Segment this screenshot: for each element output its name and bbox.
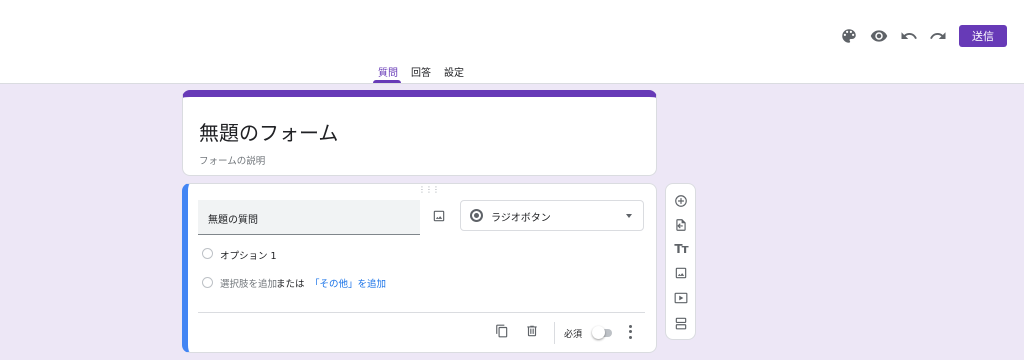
footer-vertical-divider (554, 322, 555, 344)
dropdown-arrow-icon (626, 214, 632, 218)
redo-icon[interactable] (926, 24, 950, 48)
active-tab-indicator (373, 80, 401, 83)
form-title-card[interactable]: 無題のフォーム フォームの説明 (182, 90, 657, 176)
radio-button-icon (470, 209, 483, 222)
or-text: または (276, 279, 305, 290)
add-question-icon[interactable] (673, 193, 689, 209)
footer-divider (198, 312, 645, 313)
add-video-icon[interactable] (673, 290, 689, 306)
preview-eye-icon[interactable] (867, 24, 891, 48)
add-option-link[interactable]: 選択肢を追加 (220, 276, 277, 290)
delete-icon[interactable] (524, 323, 540, 339)
palette-icon[interactable] (837, 24, 861, 48)
drag-handle-icon[interactable]: ⋮⋮⋮ (418, 186, 440, 194)
question-card[interactable]: ⋮⋮⋮ 無題の質問 ラジオボタン オプション 1 選択肢を追加 または 「その他… (182, 183, 657, 353)
required-label: 必須 (564, 330, 583, 340)
tab-responses[interactable]: 回答 (411, 64, 431, 79)
question-title-input[interactable]: 無題の質問 (198, 200, 420, 235)
send-button[interactable]: 送信 (959, 25, 1007, 47)
more-options-icon[interactable] (625, 324, 635, 340)
add-image-icon[interactable] (673, 265, 689, 281)
undo-icon[interactable] (897, 24, 921, 48)
tab-questions[interactable]: 質問 (378, 64, 398, 79)
add-other-link[interactable]: 「その他」を追加 (310, 276, 386, 290)
question-toolbar: Tт (665, 183, 696, 340)
add-image-icon[interactable] (432, 208, 446, 222)
form-title[interactable]: 無題のフォーム (199, 117, 338, 146)
toggle-knob (592, 326, 605, 339)
option-radio-icon (202, 248, 213, 259)
duplicate-icon[interactable] (494, 323, 510, 339)
top-bar: 送信 質問 回答 設定 (0, 0, 1024, 84)
tab-settings[interactable]: 設定 (444, 64, 464, 79)
add-title-icon[interactable]: Tт (673, 241, 689, 257)
add-section-icon[interactable] (673, 315, 689, 331)
question-type-dropdown[interactable]: ラジオボタン (460, 200, 644, 231)
form-description-field[interactable]: フォームの説明 (199, 153, 265, 167)
question-type-label: ラジオボタン (491, 213, 551, 224)
add-option-radio-icon (202, 277, 213, 288)
required-toggle[interactable] (592, 326, 612, 339)
import-questions-icon[interactable] (673, 217, 689, 233)
option-1-label[interactable]: オプション 1 (220, 248, 277, 262)
